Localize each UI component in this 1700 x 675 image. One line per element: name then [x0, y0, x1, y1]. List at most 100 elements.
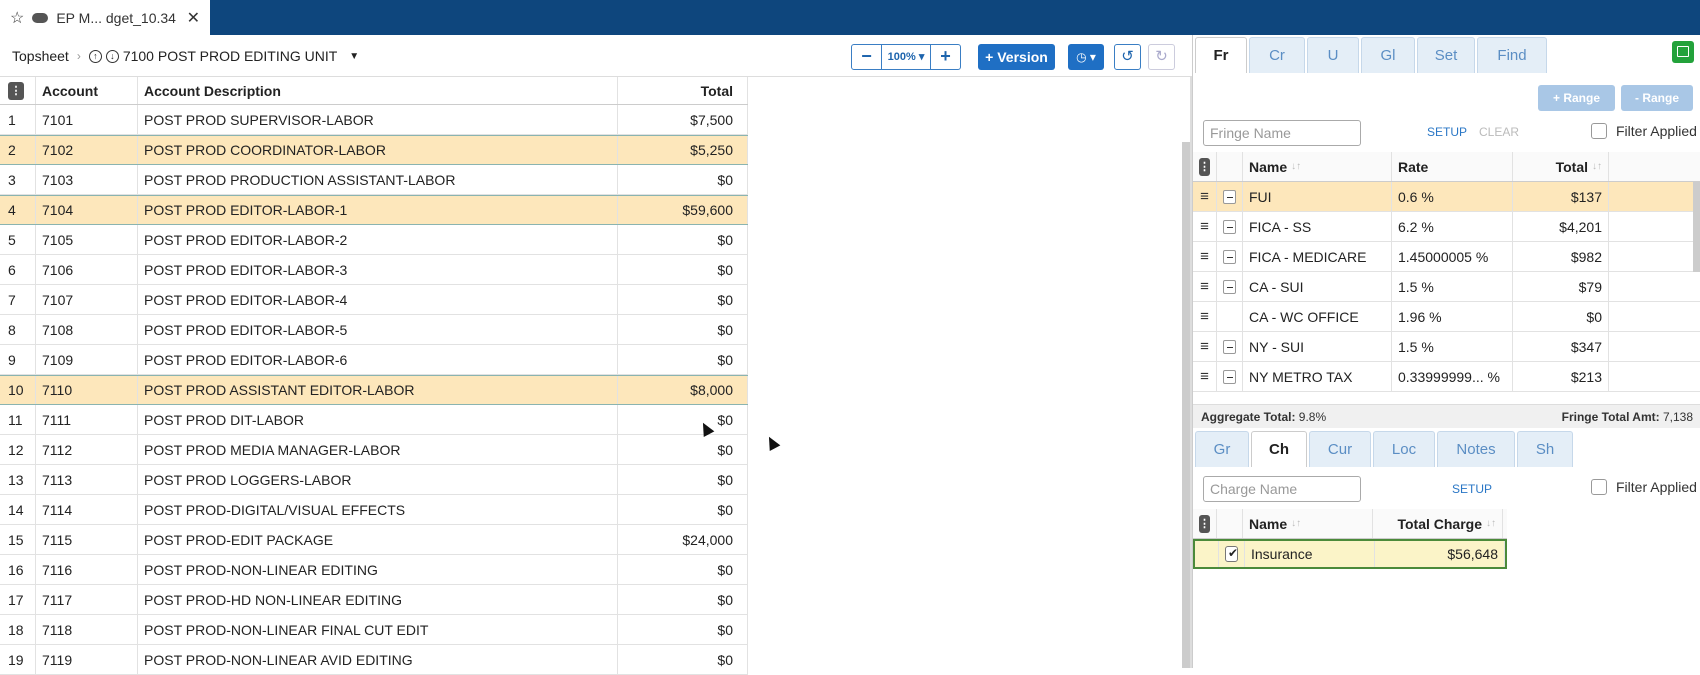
fringe-header-total[interactable]: Total ↓↑ [1513, 152, 1609, 181]
fringe-filter-checkbox[interactable] [1591, 123, 1607, 139]
drag-handle-icon[interactable]: ≡ [1193, 182, 1217, 211]
tab-charge-2[interactable]: Cur [1309, 431, 1371, 467]
breadcrumb-root[interactable]: Topsheet [12, 48, 69, 64]
account-cell[interactable]: 7107 [36, 285, 138, 314]
total-cell[interactable]: $0 [618, 225, 748, 254]
fringe-row-checkbox-cell[interactable] [1217, 332, 1243, 361]
fringe-row[interactable]: ≡ FICA - MEDICARE 1.45000005 % $982 [1193, 242, 1700, 272]
fringe-name-cell[interactable]: FICA - MEDICARE [1243, 242, 1392, 271]
minus-square-icon[interactable] [1223, 369, 1236, 384]
fringe-total-cell[interactable]: $982 [1513, 242, 1609, 271]
account-cell[interactable]: 7105 [36, 225, 138, 254]
grid-menu[interactable]: ⋮ [0, 77, 36, 104]
description-cell[interactable]: POST PROD-DIGITAL/VISUAL EFFECTS [138, 495, 618, 524]
charge-filter-checkbox[interactable] [1591, 479, 1607, 495]
drag-handle-icon[interactable]: ≡ [1193, 242, 1217, 271]
star-icon[interactable]: ☆ [10, 8, 24, 28]
minus-square-icon[interactable] [1223, 249, 1236, 264]
fringe-row-checkbox-cell[interactable] [1217, 182, 1243, 211]
close-icon[interactable]: ✕ [187, 8, 200, 28]
account-cell[interactable]: 7111 [36, 405, 138, 434]
tab-charge-1[interactable]: Ch [1251, 431, 1307, 467]
table-row[interactable]: 11 7111 POST PROD DIT-LABOR $0 [0, 405, 748, 435]
fringe-setup-link[interactable]: SETUP [1427, 125, 1467, 139]
description-cell[interactable]: POST PROD-NON-LINEAR FINAL CUT EDIT [138, 615, 618, 644]
add-range-button[interactable]: + Range [1538, 85, 1615, 111]
table-row[interactable]: 15 7115 POST PROD-EDIT PACKAGE $24,000 [0, 525, 748, 555]
arrow-down-circle-icon[interactable]: ↓ [105, 49, 119, 63]
table-row[interactable]: 8 7108 POST PROD EDITOR-LABOR-5 $0 [0, 315, 748, 345]
total-cell[interactable]: $5,250 [618, 136, 748, 164]
total-cell[interactable]: $0 [618, 465, 748, 494]
total-cell[interactable]: $0 [618, 615, 748, 644]
undo-button[interactable]: ↺ [1114, 44, 1141, 70]
description-cell[interactable]: POST PROD EDITOR-LABOR-2 [138, 225, 618, 254]
fringe-filter[interactable]: Filter Applied [1591, 123, 1697, 139]
total-cell[interactable]: $24,000 [618, 525, 748, 554]
account-cell[interactable]: 7112 [36, 435, 138, 464]
table-row[interactable]: 17 7117 POST PROD-HD NON-LINEAR EDITING $0 [0, 585, 748, 615]
drag-handle-icon[interactable]: ≡ [1193, 302, 1217, 331]
tab-fringe-3[interactable]: Gl [1361, 37, 1415, 73]
add-version-button[interactable]: + Version [978, 44, 1055, 70]
total-cell[interactable]: $0 [618, 495, 748, 524]
tab-fringe-5[interactable]: Find [1477, 37, 1547, 73]
description-cell[interactable]: POST PROD EDITOR-LABOR-1 [138, 196, 618, 224]
fringe-row-checkbox-cell[interactable] [1217, 212, 1243, 241]
fringe-rate-cell[interactable]: 1.45000005 % [1392, 242, 1513, 271]
charge-name-cell[interactable]: Insurance [1245, 541, 1375, 567]
tab-charge-3[interactable]: Loc [1373, 431, 1435, 467]
header-account[interactable]: Account [36, 77, 138, 104]
drag-handle-icon[interactable]: ≡ [1193, 332, 1217, 361]
zoom-level[interactable]: 100% ▾ [881, 45, 931, 69]
fringe-row-checkbox-cell[interactable] [1217, 362, 1243, 391]
account-cell[interactable]: 7106 [36, 255, 138, 284]
total-cell[interactable]: $8,000 [618, 376, 748, 404]
fringe-header-rate[interactable]: Rate [1392, 152, 1513, 181]
tab-fringe-4[interactable]: Set [1417, 37, 1475, 73]
tab-fringe-0[interactable]: Fr [1195, 37, 1247, 73]
table-row[interactable]: 3 7103 POST PROD PRODUCTION ASSISTANT-LABO… [0, 165, 748, 195]
fringe-total-cell[interactable]: $347 [1513, 332, 1609, 361]
fringe-row-checkbox-cell[interactable] [1217, 302, 1243, 331]
description-cell[interactable]: POST PROD MEDIA MANAGER-LABOR [138, 435, 618, 464]
header-description[interactable]: Account Description [138, 77, 618, 104]
caret-down-icon[interactable]: ▼ [349, 51, 359, 62]
charge-filter[interactable]: Filter Applied [1591, 479, 1697, 495]
history-button[interactable]: ◷ ▾ [1068, 44, 1104, 70]
fringe-scrollbar[interactable] [1693, 182, 1700, 272]
table-row[interactable]: 14 7114 POST PROD-DIGITAL/VISUAL EFFECTS $0 [0, 495, 748, 525]
fringe-total-cell[interactable]: $4,201 [1513, 212, 1609, 241]
charge-name-input[interactable]: Charge Name [1203, 476, 1361, 502]
charge-setup-link[interactable]: SETUP [1452, 482, 1492, 496]
total-cell[interactable]: $0 [618, 645, 748, 674]
charge-grid-menu[interactable]: ⋮ [1193, 509, 1217, 538]
account-cell[interactable]: 7114 [36, 495, 138, 524]
description-cell[interactable]: POST PROD EDITOR-LABOR-6 [138, 345, 618, 374]
account-cell[interactable]: 7104 [36, 196, 138, 224]
table-row[interactable]: 9 7109 POST PROD EDITOR-LABOR-6 $0 [0, 345, 748, 375]
total-cell[interactable]: $0 [618, 585, 748, 614]
fringe-name-input[interactable]: Fringe Name [1203, 120, 1361, 146]
account-cell[interactable]: 7116 [36, 555, 138, 584]
charge-row-checkbox-cell[interactable] [1219, 541, 1245, 567]
account-cell[interactable]: 7102 [36, 136, 138, 164]
fringe-header-name[interactable]: Name ↓↑ [1243, 152, 1392, 181]
table-row[interactable]: 16 7116 POST PROD-NON-LINEAR EDITING $0 [0, 555, 748, 585]
charge-header-total[interactable]: Total Charge ↓↑ [1373, 509, 1503, 538]
header-total[interactable]: Total [618, 77, 748, 104]
vertical-scrollbar[interactable] [1182, 142, 1190, 668]
fringe-rate-cell[interactable]: 1.5 % [1392, 272, 1513, 301]
total-cell[interactable]: $0 [618, 255, 748, 284]
description-cell[interactable]: POST PROD-NON-LINEAR AVID EDITING [138, 645, 618, 674]
table-row[interactable]: 1 7101 POST PROD SUPERVISOR-LABOR $7,500 [0, 105, 748, 135]
table-row[interactable]: 2 7102 POST PROD COORDINATOR-LABOR $5,250 [0, 135, 748, 165]
table-row[interactable]: 10 7110 POST PROD ASSISTANT EDITOR-LABOR $8… [0, 375, 748, 405]
table-row[interactable]: 7 7107 POST PROD EDITOR-LABOR-4 $0 [0, 285, 748, 315]
tab-charge-5[interactable]: Sh [1517, 431, 1573, 467]
description-cell[interactable]: POST PROD LOGGERS-LABOR [138, 465, 618, 494]
table-row[interactable]: 5 7105 POST PROD EDITOR-LABOR-2 $0 [0, 225, 748, 255]
description-cell[interactable]: POST PROD EDITOR-LABOR-3 [138, 255, 618, 284]
fringe-row-checkbox-cell[interactable] [1217, 242, 1243, 271]
fringe-row[interactable]: ≡ FUI 0.6 % $137 [1193, 182, 1700, 212]
